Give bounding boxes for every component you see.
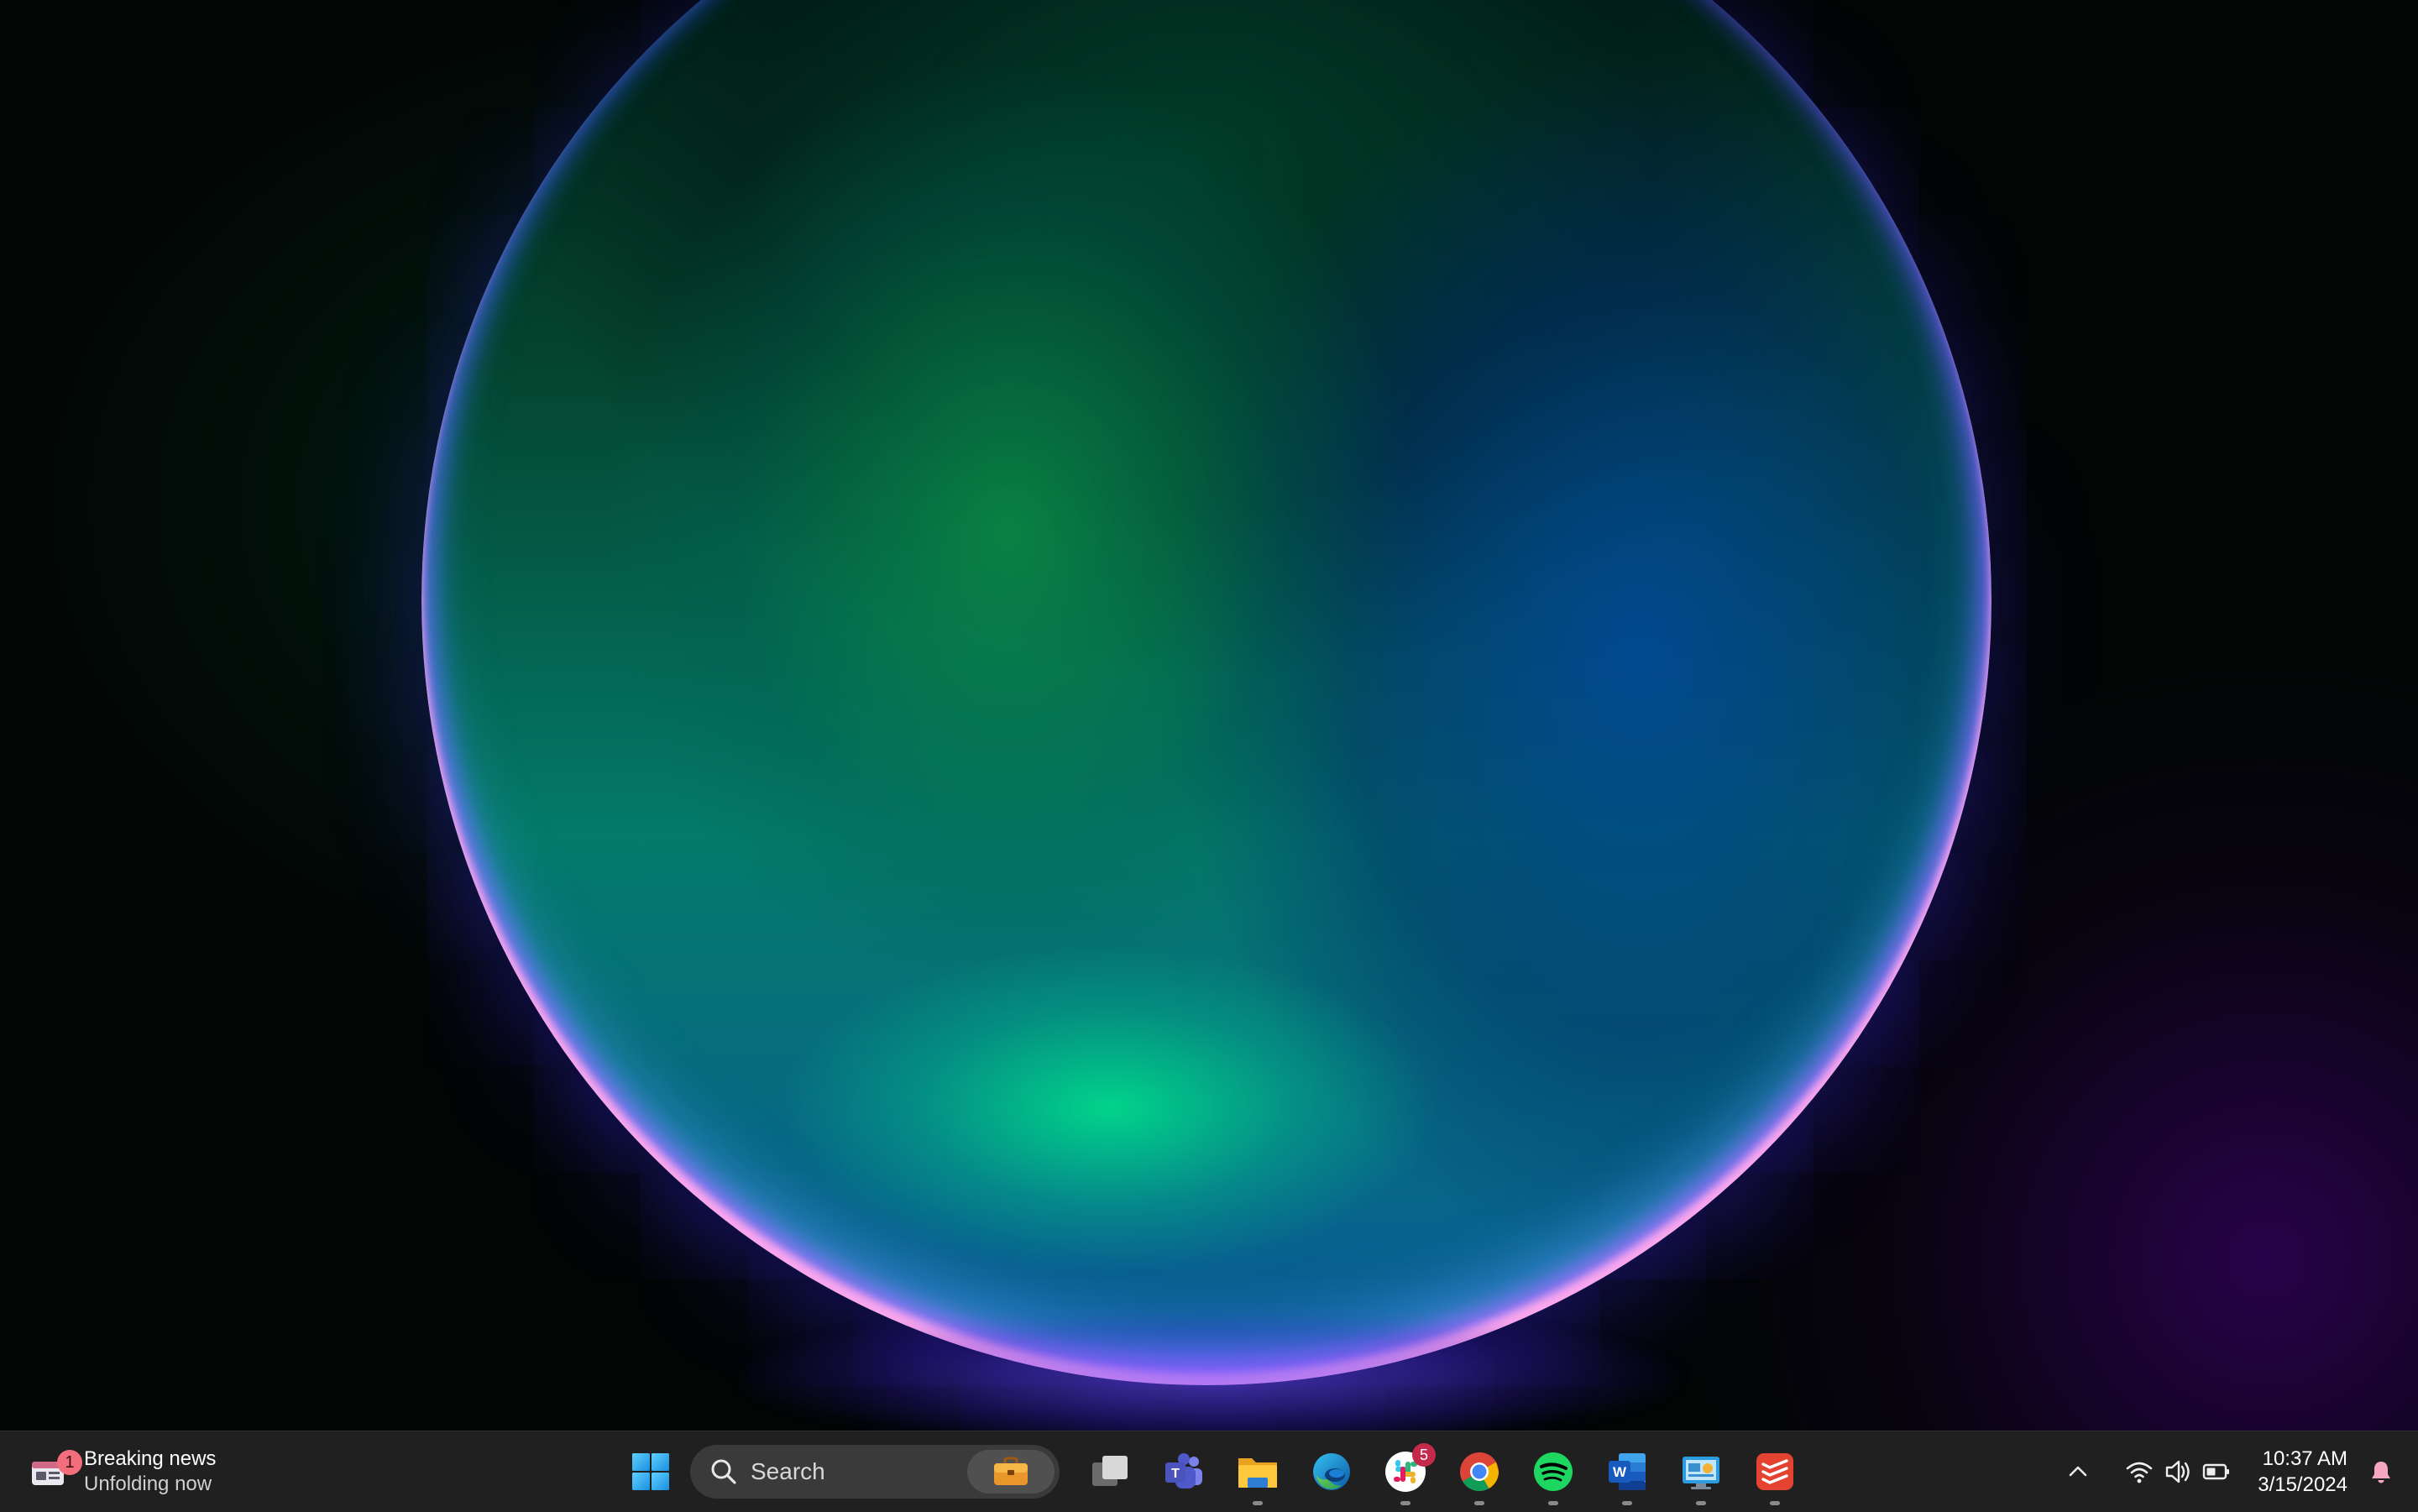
running-indicator <box>1548 1501 1558 1505</box>
word-icon: W <box>1609 1453 1646 1490</box>
widget-subtitle: Unfolding now <box>84 1473 212 1495</box>
folder-icon <box>1238 1458 1277 1488</box>
clock-date: 3/15/2024 <box>2258 1473 2347 1496</box>
edge-button[interactable] <box>1295 1435 1369 1509</box>
widget-text: Breaking news Unfolding now <box>84 1447 216 1497</box>
chevron-up-icon <box>2069 1466 2087 1477</box>
search-highlight-briefcase-icon[interactable] <box>967 1450 1055 1494</box>
wifi-icon <box>2120 1452 2159 1491</box>
system-tray: 10:37 AM 3/15/2024 <box>2058 1431 2418 1512</box>
taskbar-center: Search T 5 W <box>621 1431 1812 1512</box>
clock-button[interactable]: 10:37 AM 3/15/2024 <box>2258 1446 2347 1498</box>
running-indicator <box>1770 1501 1780 1505</box>
todoist-button[interactable] <box>1738 1435 1812 1509</box>
battery-icon <box>2197 1452 2236 1491</box>
clock-time: 10:37 AM <box>2262 1447 2347 1470</box>
desktop-wallpaper <box>0 0 2418 1431</box>
running-indicator <box>1622 1501 1632 1505</box>
news-widget-icon: 1 <box>29 1450 82 1492</box>
svg-text:T: T <box>1171 1467 1180 1481</box>
windows-logo-icon <box>632 1453 669 1490</box>
todoist-icon <box>1756 1453 1793 1490</box>
task-view-button[interactable] <box>1073 1435 1147 1509</box>
control-panel-button[interactable] <box>1664 1435 1738 1509</box>
show-hidden-icons-button[interactable] <box>2058 1447 2098 1497</box>
running-indicator <box>1253 1501 1263 1505</box>
bell-icon <box>2372 1462 2390 1483</box>
spotify-icon <box>1534 1452 1573 1491</box>
task-view-icon <box>1092 1456 1128 1486</box>
notification-center-button[interactable] <box>2356 1447 2406 1497</box>
teams-icon: T <box>1165 1453 1202 1488</box>
search-icon <box>709 1457 739 1487</box>
slack-button[interactable]: 5 <box>1369 1435 1442 1509</box>
file-explorer-button[interactable] <box>1221 1435 1295 1509</box>
taskbar: 1 Breaking news Unfolding now Search T 5… <box>0 1431 2418 1512</box>
edge-icon <box>1313 1453 1350 1490</box>
running-indicator <box>1400 1501 1410 1505</box>
running-indicator <box>1696 1501 1706 1505</box>
start-button[interactable] <box>621 1442 680 1501</box>
slack-badge: 5 <box>1412 1443 1436 1467</box>
widget-title: Breaking news <box>84 1447 217 1470</box>
volume-icon <box>2159 1452 2197 1491</box>
widget-badge: 1 <box>57 1450 82 1475</box>
widgets-button[interactable]: 1 Breaking news Unfolding now <box>20 1443 247 1500</box>
search-placeholder: Search <box>751 1458 825 1484</box>
search-box[interactable]: Search <box>690 1445 1060 1499</box>
chrome-icon <box>1460 1452 1499 1491</box>
wallpaper-orb <box>421 0 1991 1385</box>
word-button[interactable]: W <box>1590 1435 1664 1509</box>
control-panel-icon <box>1683 1457 1719 1489</box>
running-indicator <box>1474 1501 1484 1505</box>
wallpaper-glow <box>739 1310 1679 1431</box>
chrome-button[interactable] <box>1442 1435 1516 1509</box>
svg-text:W: W <box>1613 1464 1627 1480</box>
quick-settings-button[interactable] <box>2115 1447 2241 1497</box>
teams-button[interactable]: T <box>1147 1435 1221 1509</box>
spotify-button[interactable] <box>1516 1435 1590 1509</box>
